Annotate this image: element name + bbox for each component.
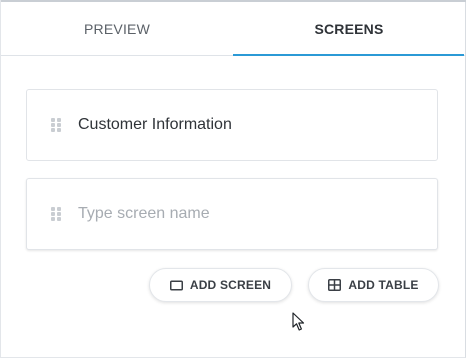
table-grid-icon	[328, 279, 342, 291]
add-screen-button[interactable]: ADD SCREEN	[149, 268, 292, 302]
tab-preview-label: PREVIEW	[84, 20, 150, 37]
screen-card[interactable]: Customer Information	[26, 89, 438, 161]
drag-handle-icon[interactable]	[51, 206, 61, 222]
add-table-label: ADD TABLE	[348, 278, 419, 292]
screen-name: Customer Information	[78, 116, 232, 133]
drag-handle-icon[interactable]	[51, 117, 61, 133]
tab-bar: PREVIEW SCREENS	[1, 2, 465, 56]
new-screen-card[interactable]	[26, 178, 438, 250]
rectangle-icon	[169, 280, 183, 290]
tab-preview[interactable]: PREVIEW	[1, 2, 233, 55]
add-table-button[interactable]: ADD TABLE	[308, 268, 439, 302]
screens-panel: PREVIEW SCREENS Customer Information ADD…	[0, 0, 466, 358]
screen-name-input[interactable]	[78, 205, 378, 223]
tab-screens-label: SCREENS	[314, 20, 384, 37]
mouse-pointer-icon	[292, 312, 305, 331]
tab-screens[interactable]: SCREENS	[233, 2, 465, 55]
active-tab-indicator	[233, 54, 464, 56]
add-screen-label: ADD SCREEN	[189, 278, 272, 292]
